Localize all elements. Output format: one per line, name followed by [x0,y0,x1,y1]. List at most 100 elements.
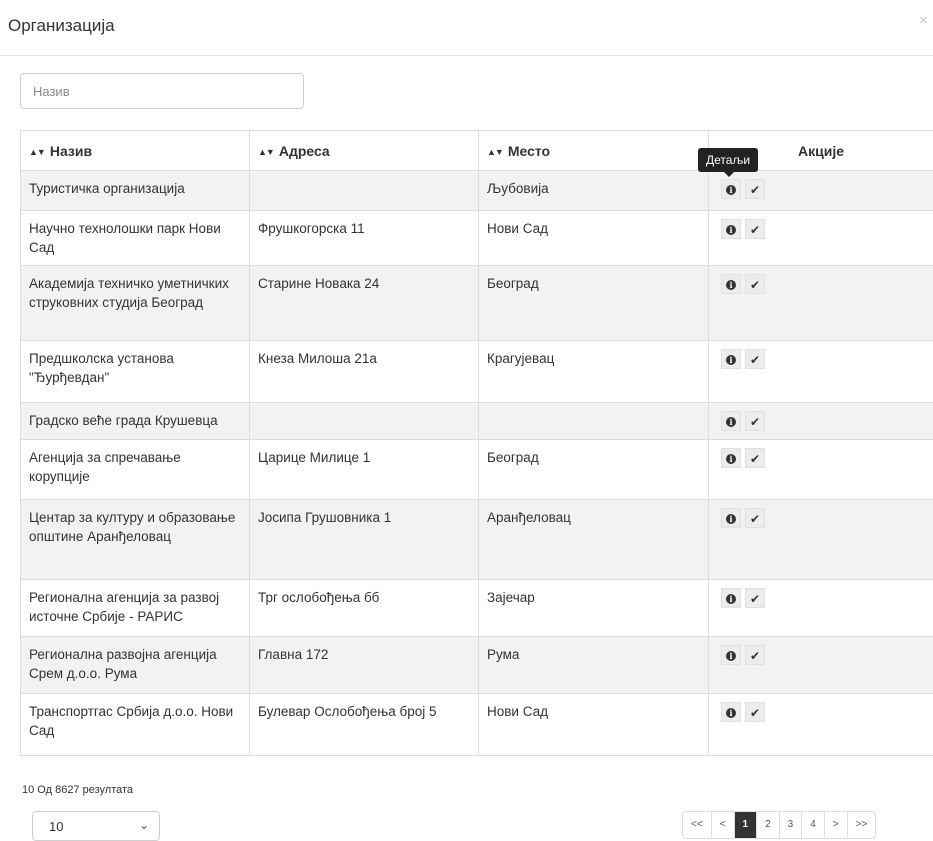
page-button[interactable]: < [710,812,734,838]
table-row: Предшколска установа "Ђурђевдан" Кнеза Ми… [20,340,933,403]
table-header-row: ▲▼ Назив ▲▼ Адреса ▲▼ Место Акције [20,130,933,171]
check-icon: ✔ [749,512,761,527]
details-button[interactable]: i [721,588,741,608]
cell-actions: i ✔ [708,265,933,341]
select-button[interactable]: ✔ [745,588,765,608]
cell-name: Предшколска установа "Ђурђевдан" [20,340,250,403]
page-button[interactable]: >> [846,812,876,838]
page-button[interactable]: << [683,812,711,838]
check-icon: ✔ [749,649,761,664]
check-icon: ✔ [749,183,761,198]
cell-place: Крагујевац [478,340,709,403]
cell-name: Транспортгас Србија д.о.о. Нови Сад [20,693,250,756]
results-count: 10 Од 8627 резултата [22,784,134,796]
cell-place: Љубовија [478,170,709,211]
cell-actions: i ✔ [708,499,933,580]
pagination: << <1 2 3 4 > >> [682,811,877,839]
table-row: Академија техничко уметничких струковних… [20,265,933,341]
cell-place: Аранђеловац [478,499,709,580]
cell-address: Кнеза Милоша 21а [249,340,479,403]
select-button[interactable]: ✔ [745,508,765,528]
cell-actions: i ✔ [708,693,933,756]
sort-icon: ▲▼ [487,147,504,157]
cell-actions: i ✔ [708,439,933,500]
info-icon: i [726,280,736,291]
cell-address: Булевар Ослобођења број 5 [249,693,479,756]
details-button[interactable]: i [721,274,741,294]
details-button[interactable]: i [721,349,741,369]
close-button[interactable]: × [919,12,933,29]
select-button[interactable]: ✔ [745,645,765,665]
details-button[interactable]: i [721,645,741,665]
info-icon: i [726,355,736,366]
info-icon: i [726,651,736,662]
cell-address: Јосипа Грушовника 1 [249,499,479,580]
select-button[interactable]: ✔ [745,411,765,431]
page-button[interactable]: 3 [778,812,802,838]
tooltip-arrow [724,172,734,177]
details-button[interactable]: i [721,702,741,722]
cell-place: Нови Сад [478,693,709,756]
cell-actions: i ✔ [708,210,933,266]
cell-address: Фрушкогорска 11 [249,210,479,266]
check-icon: ✔ [749,353,761,368]
search-input[interactable] [20,73,304,109]
details-button[interactable]: i [721,448,741,468]
cell-address: Старине Новака 24 [249,265,479,341]
cell-name: Градско веће града Крушевца [20,402,250,440]
cell-place: Зајечар [478,579,709,637]
cell-address: Главна 172 [249,636,479,694]
details-button[interactable]: i [721,411,741,431]
cell-actions: i ✔ [708,340,933,403]
cell-address [249,402,479,440]
info-icon: i [726,708,736,719]
page-button[interactable]: 2 [756,812,779,838]
details-button[interactable]: i [721,179,741,199]
column-header-place[interactable]: ▲▼ Место [478,130,709,171]
check-icon: ✔ [749,223,761,238]
page-button[interactable]: 1 [733,812,757,838]
organizations-table: ▲▼ Назив ▲▼ Адреса ▲▼ Место Акције Туристич… [20,130,933,756]
cell-name: Туристичка организација [20,170,250,211]
cell-name: Регионална агенција за развој источне Ср… [20,579,250,637]
cell-name: Регионална развојна агенција Срем д.о.о.… [20,636,250,694]
cell-name: Агенција за спречавање корупције [20,439,250,500]
details-tooltip: Детаљи [698,148,759,172]
modal-title: Организација [8,16,115,35]
table-row: Агенција за спречавање корупције Царице М… [20,439,933,500]
table-row: Научно технолошки парк Нови Сад Фрушкогор… [20,210,933,266]
page-size-select[interactable]: 10 ⌄ [32,811,160,841]
cell-place: Рума [478,636,709,694]
select-button[interactable]: ✔ [745,702,765,722]
table-row: Транспортгас Србија д.о.о. Нови Сад Булев… [20,693,933,756]
check-icon: ✔ [749,278,761,293]
table-row: Градско веће града Крушевца i ✔ [20,402,933,440]
select-button[interactable]: ✔ [745,219,765,239]
cell-place [478,402,709,440]
details-button[interactable]: i [721,508,741,528]
details-button[interactable]: i [721,219,741,239]
info-icon: i [726,514,736,525]
info-icon: i [726,225,736,236]
column-header-label: Адреса [278,143,330,159]
cell-place: Београд [478,439,709,500]
column-header-name[interactable]: ▲▼ Назив [20,130,250,171]
chevron-down-icon: ⌄ [138,818,149,832]
cell-address: Царице Милице 1 [249,439,479,500]
info-icon: i [726,185,736,196]
select-button[interactable]: ✔ [745,179,765,199]
cell-actions: i ✔ [708,402,933,440]
info-icon: i [726,417,736,428]
table-row: Регионална развојна агенција Срем д.о.о.… [20,636,933,694]
page-size-value: 10 [49,819,64,834]
select-button[interactable]: ✔ [745,448,765,468]
table-row: Туристичка организација Љубовија i ✔ [20,170,933,211]
cell-name: Академија техничко уметничких струковних… [20,265,250,341]
page-button[interactable]: 4 [801,812,824,838]
select-button[interactable]: ✔ [745,274,765,294]
page-button[interactable]: > [823,812,847,838]
cell-name: Научно технолошки парк Нови Сад [20,210,250,266]
column-header-address[interactable]: ▲▼ Адреса [249,130,479,171]
check-icon: ✔ [749,592,761,607]
select-button[interactable]: ✔ [745,349,765,369]
